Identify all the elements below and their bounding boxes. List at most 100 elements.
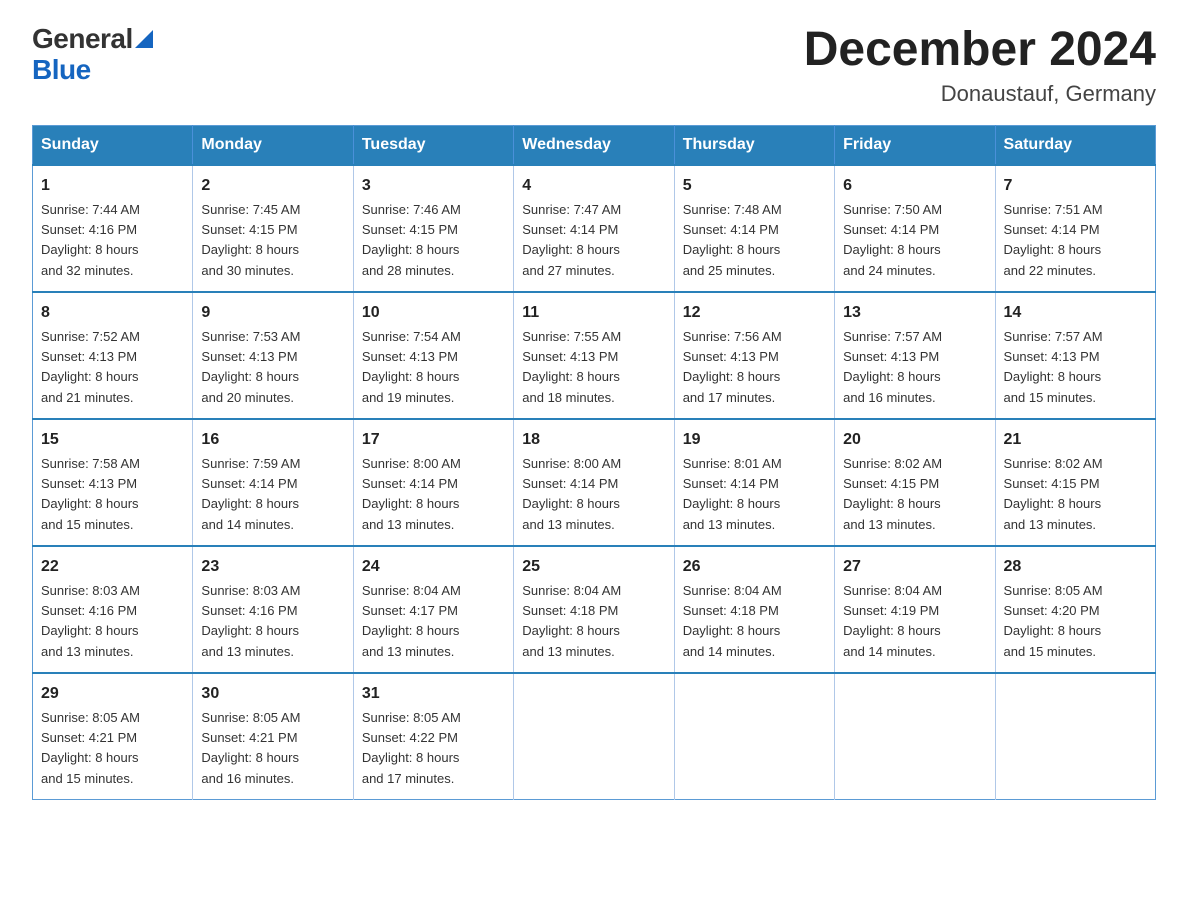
header: General Blue December 2024 Donaustauf, G… [32,24,1156,107]
calendar-cell: 17 Sunrise: 8:00 AMSunset: 4:14 PMDaylig… [353,419,513,546]
day-info: Sunrise: 7:53 AMSunset: 4:13 PMDaylight:… [201,329,300,405]
calendar-cell: 31 Sunrise: 8:05 AMSunset: 4:22 PMDaylig… [353,673,513,800]
calendar-cell: 20 Sunrise: 8:02 AMSunset: 4:15 PMDaylig… [835,419,995,546]
day-number: 9 [201,301,344,325]
day-info: Sunrise: 7:59 AMSunset: 4:14 PMDaylight:… [201,456,300,532]
day-info: Sunrise: 8:04 AMSunset: 4:18 PMDaylight:… [522,583,621,659]
weekday-header-wednesday: Wednesday [514,125,674,165]
day-info: Sunrise: 7:47 AMSunset: 4:14 PMDaylight:… [522,202,621,278]
calendar-cell: 24 Sunrise: 8:04 AMSunset: 4:17 PMDaylig… [353,546,513,673]
calendar-cell: 3 Sunrise: 7:46 AMSunset: 4:15 PMDayligh… [353,165,513,292]
day-number: 31 [362,682,505,706]
calendar-cell: 12 Sunrise: 7:56 AMSunset: 4:13 PMDaylig… [674,292,834,419]
calendar-cell [995,673,1155,800]
day-number: 6 [843,174,986,198]
calendar-cell: 10 Sunrise: 7:54 AMSunset: 4:13 PMDaylig… [353,292,513,419]
week-row-3: 15 Sunrise: 7:58 AMSunset: 4:13 PMDaylig… [33,419,1156,546]
day-info: Sunrise: 7:57 AMSunset: 4:13 PMDaylight:… [843,329,942,405]
weekday-header-row: SundayMondayTuesdayWednesdayThursdayFrid… [33,125,1156,165]
calendar-cell: 16 Sunrise: 7:59 AMSunset: 4:14 PMDaylig… [193,419,353,546]
calendar-cell: 15 Sunrise: 7:58 AMSunset: 4:13 PMDaylig… [33,419,193,546]
day-info: Sunrise: 8:02 AMSunset: 4:15 PMDaylight:… [1004,456,1103,532]
calendar-table: SundayMondayTuesdayWednesdayThursdayFrid… [32,125,1156,800]
day-number: 28 [1004,555,1147,579]
day-number: 1 [41,174,184,198]
day-number: 7 [1004,174,1147,198]
day-number: 3 [362,174,505,198]
calendar-cell: 14 Sunrise: 7:57 AMSunset: 4:13 PMDaylig… [995,292,1155,419]
day-info: Sunrise: 8:03 AMSunset: 4:16 PMDaylight:… [41,583,140,659]
day-number: 22 [41,555,184,579]
calendar-cell [514,673,674,800]
calendar-cell: 1 Sunrise: 7:44 AMSunset: 4:16 PMDayligh… [33,165,193,292]
day-number: 18 [522,428,665,452]
calendar-cell: 11 Sunrise: 7:55 AMSunset: 4:13 PMDaylig… [514,292,674,419]
title-area: December 2024 Donaustauf, Germany [804,24,1156,107]
day-info: Sunrise: 7:58 AMSunset: 4:13 PMDaylight:… [41,456,140,532]
day-number: 8 [41,301,184,325]
calendar-cell: 25 Sunrise: 8:04 AMSunset: 4:18 PMDaylig… [514,546,674,673]
calendar-cell: 18 Sunrise: 8:00 AMSunset: 4:14 PMDaylig… [514,419,674,546]
day-info: Sunrise: 7:57 AMSunset: 4:13 PMDaylight:… [1004,329,1103,405]
day-info: Sunrise: 8:01 AMSunset: 4:14 PMDaylight:… [683,456,782,532]
calendar-cell: 29 Sunrise: 8:05 AMSunset: 4:21 PMDaylig… [33,673,193,800]
day-number: 27 [843,555,986,579]
week-row-4: 22 Sunrise: 8:03 AMSunset: 4:16 PMDaylig… [33,546,1156,673]
day-info: Sunrise: 8:05 AMSunset: 4:20 PMDaylight:… [1004,583,1103,659]
day-info: Sunrise: 8:00 AMSunset: 4:14 PMDaylight:… [362,456,461,532]
day-info: Sunrise: 7:46 AMSunset: 4:15 PMDaylight:… [362,202,461,278]
calendar-cell: 27 Sunrise: 8:04 AMSunset: 4:19 PMDaylig… [835,546,995,673]
calendar-cell: 2 Sunrise: 7:45 AMSunset: 4:15 PMDayligh… [193,165,353,292]
day-number: 14 [1004,301,1147,325]
calendar-cell: 26 Sunrise: 8:04 AMSunset: 4:18 PMDaylig… [674,546,834,673]
day-info: Sunrise: 8:05 AMSunset: 4:21 PMDaylight:… [41,710,140,786]
day-info: Sunrise: 7:54 AMSunset: 4:13 PMDaylight:… [362,329,461,405]
day-number: 23 [201,555,344,579]
day-number: 2 [201,174,344,198]
calendar-subtitle: Donaustauf, Germany [804,81,1156,107]
weekday-header-thursday: Thursday [674,125,834,165]
day-number: 19 [683,428,826,452]
weekday-header-tuesday: Tuesday [353,125,513,165]
day-number: 11 [522,301,665,325]
logo-triangle-icon [135,30,153,48]
calendar-cell: 6 Sunrise: 7:50 AMSunset: 4:14 PMDayligh… [835,165,995,292]
day-number: 5 [683,174,826,198]
weekday-header-monday: Monday [193,125,353,165]
calendar-cell: 13 Sunrise: 7:57 AMSunset: 4:13 PMDaylig… [835,292,995,419]
day-number: 12 [683,301,826,325]
day-number: 16 [201,428,344,452]
calendar-cell: 7 Sunrise: 7:51 AMSunset: 4:14 PMDayligh… [995,165,1155,292]
week-row-2: 8 Sunrise: 7:52 AMSunset: 4:13 PMDayligh… [33,292,1156,419]
calendar-cell: 21 Sunrise: 8:02 AMSunset: 4:15 PMDaylig… [995,419,1155,546]
calendar-cell: 8 Sunrise: 7:52 AMSunset: 4:13 PMDayligh… [33,292,193,419]
calendar-cell: 28 Sunrise: 8:05 AMSunset: 4:20 PMDaylig… [995,546,1155,673]
calendar-cell: 30 Sunrise: 8:05 AMSunset: 4:21 PMDaylig… [193,673,353,800]
page: General Blue December 2024 Donaustauf, G… [0,0,1188,832]
logo-general: General [32,24,133,55]
day-number: 15 [41,428,184,452]
day-number: 10 [362,301,505,325]
logo-blue: Blue [32,55,91,86]
day-info: Sunrise: 7:52 AMSunset: 4:13 PMDaylight:… [41,329,140,405]
day-info: Sunrise: 7:48 AMSunset: 4:14 PMDaylight:… [683,202,782,278]
calendar-cell: 4 Sunrise: 7:47 AMSunset: 4:14 PMDayligh… [514,165,674,292]
day-number: 21 [1004,428,1147,452]
day-info: Sunrise: 7:55 AMSunset: 4:13 PMDaylight:… [522,329,621,405]
day-info: Sunrise: 7:44 AMSunset: 4:16 PMDaylight:… [41,202,140,278]
calendar-title: December 2024 [804,24,1156,77]
day-info: Sunrise: 8:03 AMSunset: 4:16 PMDaylight:… [201,583,300,659]
weekday-header-sunday: Sunday [33,125,193,165]
day-number: 25 [522,555,665,579]
day-info: Sunrise: 8:05 AMSunset: 4:21 PMDaylight:… [201,710,300,786]
weekday-header-friday: Friday [835,125,995,165]
day-info: Sunrise: 8:02 AMSunset: 4:15 PMDaylight:… [843,456,942,532]
weekday-header-saturday: Saturday [995,125,1155,165]
day-info: Sunrise: 8:04 AMSunset: 4:17 PMDaylight:… [362,583,461,659]
day-info: Sunrise: 8:04 AMSunset: 4:19 PMDaylight:… [843,583,942,659]
day-number: 24 [362,555,505,579]
calendar-cell: 5 Sunrise: 7:48 AMSunset: 4:14 PMDayligh… [674,165,834,292]
day-info: Sunrise: 7:45 AMSunset: 4:15 PMDaylight:… [201,202,300,278]
calendar-cell: 19 Sunrise: 8:01 AMSunset: 4:14 PMDaylig… [674,419,834,546]
calendar-cell [674,673,834,800]
